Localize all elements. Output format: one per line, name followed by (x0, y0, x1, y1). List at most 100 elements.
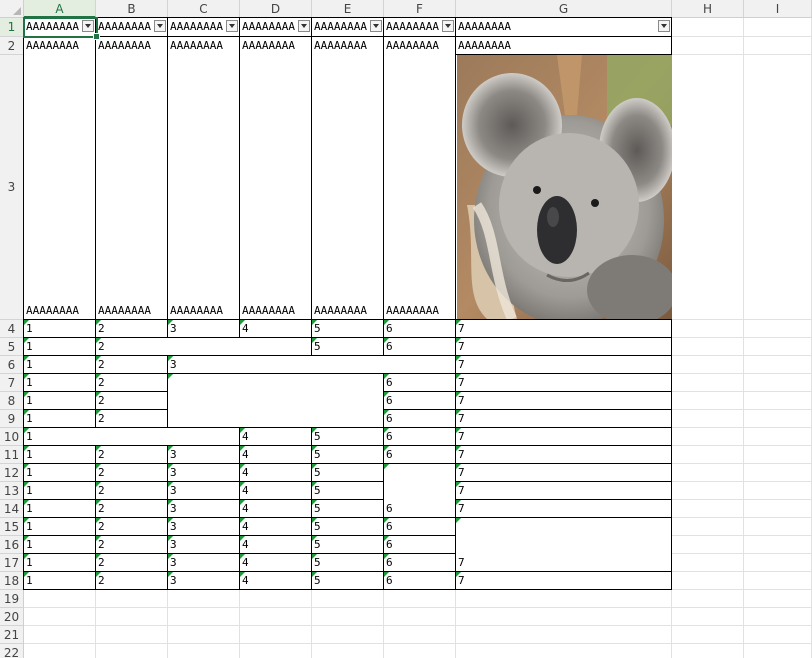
cell-f16[interactable]: 6 (383, 535, 456, 554)
filter-dropdown-icon[interactable] (442, 20, 454, 32)
cell-b7[interactable]: 2 (95, 373, 168, 392)
cell-c4[interactable]: 3 (167, 319, 240, 338)
cell-e2[interactable]: AAAAAAAA AAAAAAAA (311, 36, 384, 320)
cell-g10[interactable]: 7 (455, 427, 672, 446)
filter-dropdown-icon[interactable] (226, 20, 238, 32)
cell-d16[interactable]: 4 (239, 535, 312, 554)
column-header-c[interactable]: C (168, 0, 240, 18)
cell-b11[interactable]: 2 (95, 445, 168, 464)
cell-c17[interactable]: 3 (167, 553, 240, 572)
cell-b13[interactable]: 2 (95, 481, 168, 500)
row-header-22[interactable]: 22 (0, 644, 24, 658)
cell-d12[interactable]: 4 (239, 463, 312, 482)
cell-e13[interactable]: 5 (311, 481, 384, 500)
cell-g14[interactable]: 7 (455, 499, 672, 518)
cell-d15[interactable]: 4 (239, 517, 312, 536)
cell-e14[interactable]: 5 (311, 499, 384, 518)
cell-a16[interactable]: 1 (23, 535, 96, 554)
cell-f5[interactable]: 6 (383, 337, 456, 356)
row-header-18[interactable]: 18 (0, 572, 24, 590)
row-header-13[interactable]: 13 (0, 482, 24, 500)
column-header-b[interactable]: B (96, 0, 168, 18)
cell-f11[interactable]: 6 (383, 445, 456, 464)
cell-a18[interactable]: 1 (23, 571, 96, 590)
cell-g8[interactable]: 7 (455, 391, 672, 410)
cell-e10[interactable]: 5 (311, 427, 384, 446)
cell-g13[interactable]: 7 (455, 481, 672, 500)
cell-c7[interactable] (167, 373, 384, 428)
row-header-5[interactable]: 5 (0, 338, 24, 356)
row-header-11[interactable]: 11 (0, 446, 24, 464)
cell-a10[interactable]: 1 (23, 427, 240, 446)
cell-b6[interactable]: 2 (95, 355, 168, 374)
cell-f8[interactable]: 6 (383, 391, 456, 410)
cell-a7[interactable]: 1 (23, 373, 96, 392)
cell-c11[interactable]: 3 (167, 445, 240, 464)
cell-b17[interactable]: 2 (95, 553, 168, 572)
cell-a6[interactable]: 1 (23, 355, 96, 374)
cell-a13[interactable]: 1 (23, 481, 96, 500)
row-header-21[interactable]: 21 (0, 626, 24, 644)
column-header-g[interactable]: G (456, 0, 672, 18)
cell-g15[interactable]: 7 (455, 517, 672, 572)
cell-a9[interactable]: 1 (23, 409, 96, 428)
cell-a17[interactable]: 1 (23, 553, 96, 572)
cell-d17[interactable]: 4 (239, 553, 312, 572)
row-header-10[interactable]: 10 (0, 428, 24, 446)
cell-g4[interactable]: 7 (455, 319, 672, 338)
cell-a14[interactable]: 1 (23, 499, 96, 518)
cell-b2[interactable]: AAAAAAAA AAAAAAAA (95, 36, 168, 320)
cell-e4[interactable]: 5 (311, 319, 384, 338)
cell-b8[interactable]: 2 (95, 391, 168, 410)
cell-f2[interactable]: AAAAAAAA AAAAAAAA (383, 36, 456, 320)
cell-f10[interactable]: 6 (383, 427, 456, 446)
cell-c15[interactable]: 3 (167, 517, 240, 536)
row-header-15[interactable]: 15 (0, 518, 24, 536)
cell-b14[interactable]: 2 (95, 499, 168, 518)
cell-a5[interactable]: 1 (23, 337, 96, 356)
cell-b16[interactable]: 2 (95, 535, 168, 554)
column-header-e[interactable]: E (312, 0, 384, 18)
cell-c14[interactable]: 3 (167, 499, 240, 518)
cell-c18[interactable]: 3 (167, 571, 240, 590)
cell-b1[interactable]: AAAAAAAA (95, 17, 168, 37)
cell-d10[interactable]: 4 (239, 427, 312, 446)
filter-dropdown-icon[interactable] (658, 20, 670, 32)
column-header-i[interactable]: I (744, 0, 812, 18)
column-header-a[interactable]: A (24, 0, 96, 18)
cell-f9[interactable]: 6 (383, 409, 456, 428)
cell-g7[interactable]: 7 (455, 373, 672, 392)
cell-d14[interactable]: 4 (239, 499, 312, 518)
row-header-20[interactable]: 20 (0, 608, 24, 626)
cell-a2[interactable]: AAAAAAAA AAAAAAAA (23, 36, 96, 320)
row-header-7[interactable]: 7 (0, 374, 24, 392)
cell-f12[interactable]: 6 (383, 463, 456, 518)
cell-b18[interactable]: 2 (95, 571, 168, 590)
column-header-h[interactable]: H (672, 0, 744, 18)
cell-c13[interactable]: 3 (167, 481, 240, 500)
cell-f1[interactable]: AAAAAAAA (383, 17, 456, 37)
cell-a11[interactable]: 1 (23, 445, 96, 464)
cell-e17[interactable]: 5 (311, 553, 384, 572)
filter-dropdown-icon[interactable] (154, 20, 166, 32)
cell-d4[interactable]: 4 (239, 319, 312, 338)
cell-c12[interactable]: 3 (167, 463, 240, 482)
cell-g6[interactable]: 7 (455, 355, 672, 374)
cell-b9[interactable]: 2 (95, 409, 168, 428)
cell-g11[interactable]: 7 (455, 445, 672, 464)
filter-dropdown-icon[interactable] (298, 20, 310, 32)
row-header-9[interactable]: 9 (0, 410, 24, 428)
cell-e11[interactable]: 5 (311, 445, 384, 464)
cell-f7[interactable]: 6 (383, 373, 456, 392)
cell-e5[interactable]: 5 (311, 337, 384, 356)
cell-e16[interactable]: 5 (311, 535, 384, 554)
cell-g1[interactable]: AAAAAAAA (455, 17, 672, 37)
row-header-2[interactable]: 2 (0, 37, 24, 55)
row-header-6[interactable]: 6 (0, 356, 24, 374)
cell-c16[interactable]: 3 (167, 535, 240, 554)
column-header-f[interactable]: F (384, 0, 456, 18)
cell-c2[interactable]: AAAAAAAA AAAAAAAA (167, 36, 240, 320)
row-header-14[interactable]: 14 (0, 500, 24, 518)
cell-a12[interactable]: 1 (23, 463, 96, 482)
cell-g9[interactable]: 7 (455, 409, 672, 428)
